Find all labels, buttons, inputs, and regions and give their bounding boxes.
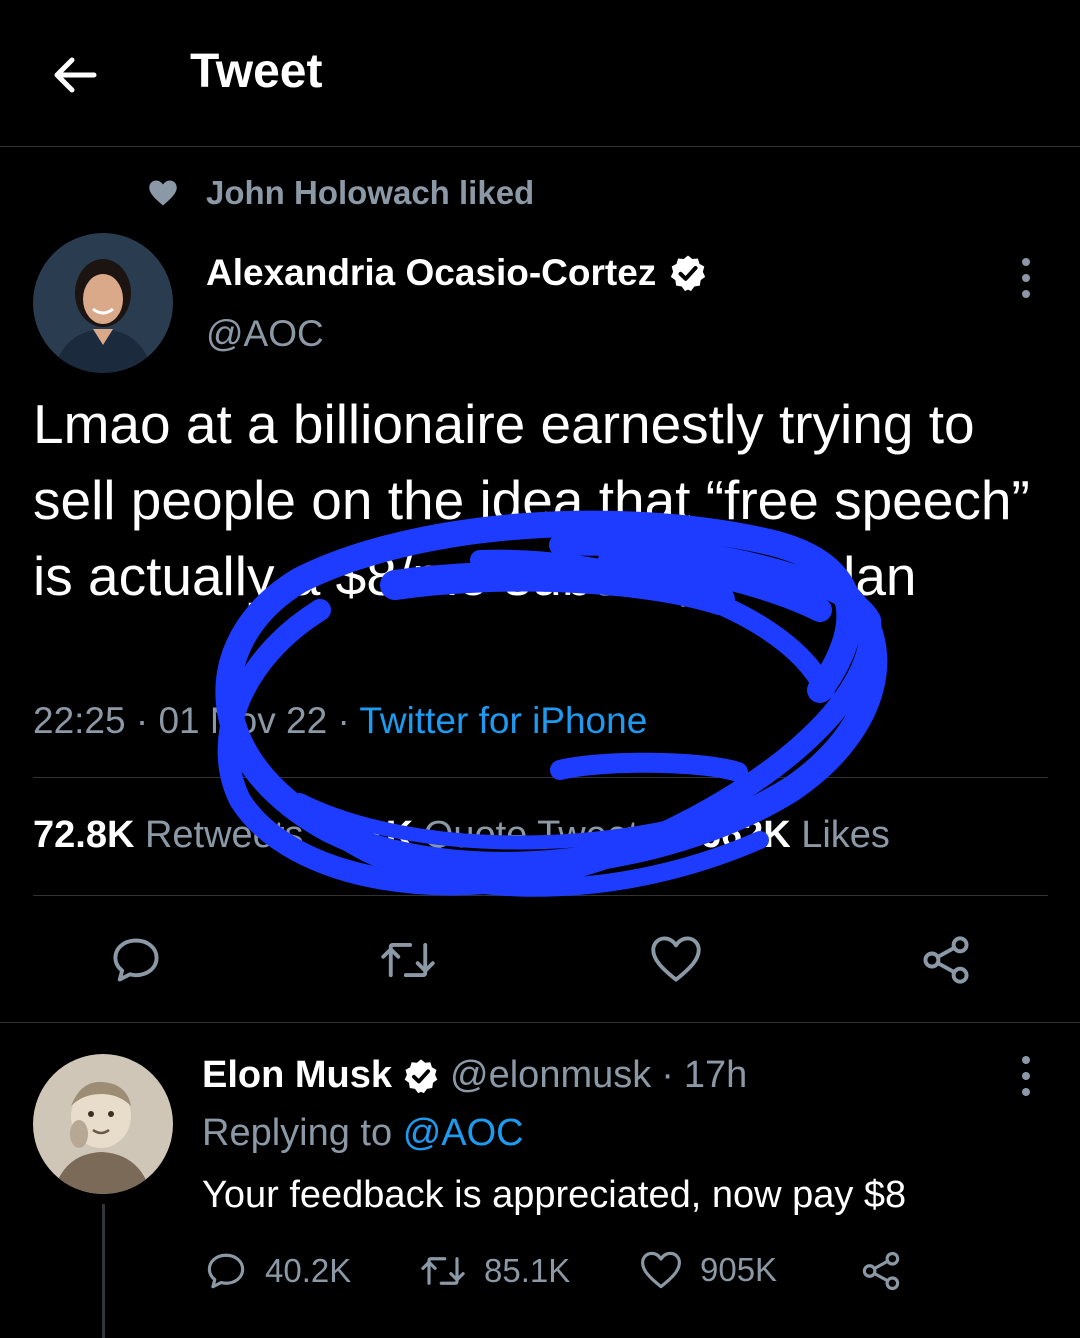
share-icon bbox=[923, 936, 969, 984]
more-icon bbox=[1022, 258, 1030, 266]
share-icon bbox=[862, 1251, 900, 1291]
share-button[interactable] bbox=[920, 934, 972, 986]
tweet-stats: 72.8K Retweets 11K Quote Tweets 662K Lik… bbox=[33, 814, 890, 857]
header-divider bbox=[0, 146, 1080, 147]
retweet-button[interactable] bbox=[380, 934, 436, 986]
quotes-label: Quote Tweets bbox=[423, 814, 658, 856]
retweets-stat[interactable]: 72.8K Retweets bbox=[33, 814, 303, 856]
reply-like-button[interactable]: 905K bbox=[640, 1250, 777, 1290]
verified-badge-icon bbox=[404, 1058, 438, 1093]
tweet-source[interactable]: Twitter for iPhone bbox=[359, 700, 647, 741]
reply-replies-count: 40.2K bbox=[265, 1252, 352, 1289]
social-context-text: John Holowach liked bbox=[206, 174, 535, 211]
tweet-date[interactable]: 01 Nov 22 bbox=[158, 700, 327, 741]
reply-text: Your feedback is appreciated, now pay $8 bbox=[202, 1174, 907, 1216]
more-button[interactable] bbox=[1019, 258, 1033, 298]
stats-top-divider bbox=[33, 777, 1048, 778]
reply-retweets-count: 85.1K bbox=[484, 1252, 571, 1289]
reply-avatar[interactable] bbox=[33, 1054, 173, 1194]
likes-stat[interactable]: 662K Likes bbox=[700, 814, 890, 856]
reply-author-handle[interactable]: @elonmusk bbox=[450, 1054, 651, 1097]
more-icon-dot bbox=[1022, 1072, 1030, 1080]
heart-icon bbox=[149, 180, 177, 206]
likes-label: Likes bbox=[801, 814, 890, 856]
more-icon-dot bbox=[1022, 290, 1030, 298]
quotes-count: 11K bbox=[345, 814, 414, 856]
like-button[interactable] bbox=[650, 934, 702, 984]
more-icon-dot bbox=[1022, 1088, 1030, 1096]
meta-separator: · bbox=[135, 700, 159, 741]
meta-separator: · bbox=[337, 700, 360, 741]
more-icon bbox=[1022, 1056, 1030, 1064]
back-arrow-icon bbox=[54, 57, 97, 93]
like-icon bbox=[651, 936, 701, 982]
reply-header: Elon Musk @elonmusk · 17h bbox=[202, 1054, 747, 1097]
page-title: Tweet bbox=[190, 45, 323, 98]
reply-retweet-button[interactable]: 85.1K bbox=[420, 1250, 570, 1292]
reply-icon bbox=[113, 938, 159, 982]
reply-reply-button[interactable]: 40.2K bbox=[205, 1250, 351, 1292]
like-icon bbox=[641, 1251, 681, 1289]
likes-count: 662K bbox=[699, 814, 791, 856]
back-button[interactable] bbox=[50, 50, 100, 100]
verified-badge-icon bbox=[671, 255, 706, 291]
tweet-time[interactable]: 22:25 bbox=[33, 700, 126, 741]
reply-likes-count: 905K bbox=[700, 1251, 778, 1288]
tweet-meta: 22:25 · 01 Nov 22 · Twitter for iPhone bbox=[33, 700, 647, 742]
retweet-icon bbox=[381, 942, 435, 978]
avatar-image bbox=[33, 233, 173, 373]
reply-separator: · bbox=[661, 1054, 674, 1096]
replying-to: Replying to @AOC bbox=[202, 1112, 524, 1155]
author-name-row[interactable]: Alexandria Ocasio-Cortez bbox=[206, 252, 708, 294]
more-icon-dot bbox=[1022, 274, 1030, 282]
stats-bottom-divider bbox=[33, 895, 1048, 896]
reply-button[interactable] bbox=[110, 934, 162, 986]
author-handle[interactable]: @AOC bbox=[206, 313, 324, 355]
thread-line bbox=[102, 1204, 105, 1338]
replying-prefix: Replying to bbox=[202, 1112, 393, 1154]
social-context[interactable]: John Holowach liked bbox=[148, 174, 534, 212]
reply-time[interactable]: 17h bbox=[684, 1054, 747, 1097]
retweets-label: Retweets bbox=[144, 814, 304, 856]
reply-author-name[interactable]: Elon Musk bbox=[202, 1054, 392, 1097]
avatar[interactable] bbox=[33, 233, 173, 373]
reply-more-button[interactable] bbox=[1019, 1056, 1033, 1096]
reply-share-button[interactable] bbox=[860, 1250, 902, 1292]
actions-divider bbox=[0, 1022, 1080, 1023]
reply-avatar-image bbox=[33, 1054, 173, 1194]
reply-icon bbox=[207, 1253, 245, 1289]
tweet-text: Lmao at a billionaire earnestly trying t… bbox=[33, 393, 1030, 607]
retweets-count: 72.8K bbox=[33, 814, 135, 856]
replying-to-handle[interactable]: @AOC bbox=[403, 1112, 524, 1154]
quotes-stat[interactable]: 11K Quote Tweets bbox=[346, 814, 658, 856]
retweet-icon bbox=[421, 1257, 465, 1285]
author-name: Alexandria Ocasio-Cortez bbox=[206, 252, 657, 293]
